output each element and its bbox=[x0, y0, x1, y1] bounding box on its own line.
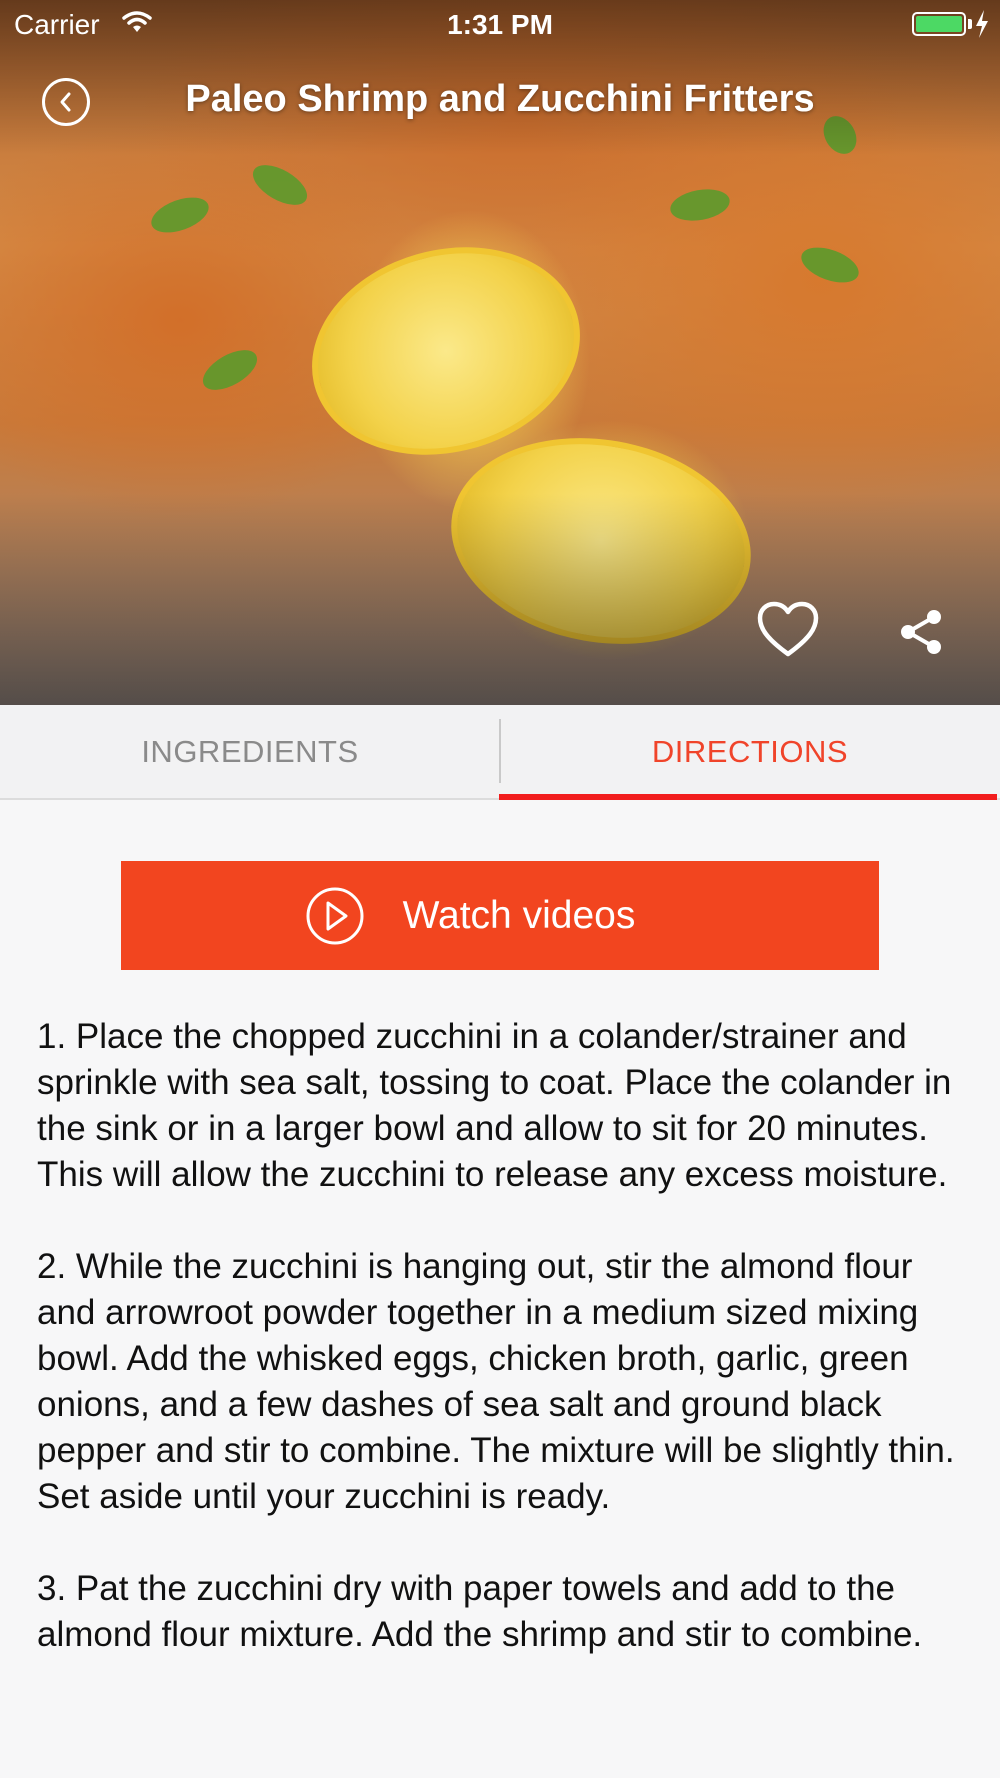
tab-bar: INGREDIENTS DIRECTIONS bbox=[0, 705, 1000, 800]
watch-videos-label: Watch videos bbox=[402, 893, 636, 937]
direction-step: 2. While the zucchini is hanging out, st… bbox=[37, 1247, 955, 1516]
tab-directions[interactable]: DIRECTIONS bbox=[500, 705, 1000, 798]
charging-bolt-icon bbox=[976, 10, 988, 38]
favorite-heart-icon[interactable] bbox=[756, 600, 820, 660]
chevron-left-icon bbox=[60, 92, 71, 112]
status-bar: Carrier 1:31 PM bbox=[0, 0, 1000, 50]
direction-step: 3. Pat the zucchini dry with paper towel… bbox=[37, 1569, 923, 1654]
active-tab-indicator bbox=[499, 794, 997, 800]
direction-step: 1. Place the chopped zucchini in a colan… bbox=[37, 1017, 952, 1194]
battery-icon bbox=[912, 12, 966, 36]
page-title: Paleo Shrimp and Zucchini Fritters bbox=[185, 78, 815, 120]
back-button[interactable] bbox=[42, 78, 90, 126]
play-circle-icon bbox=[306, 887, 364, 944]
tab-ingredients[interactable]: INGREDIENTS bbox=[0, 705, 500, 798]
status-time: 1:31 PM bbox=[447, 9, 553, 40]
watch-videos-button[interactable]: Watch videos bbox=[121, 861, 879, 970]
directions-text: 1. Place the chopped zucchini in a colan… bbox=[37, 1014, 967, 1704]
share-icon[interactable] bbox=[898, 608, 946, 656]
